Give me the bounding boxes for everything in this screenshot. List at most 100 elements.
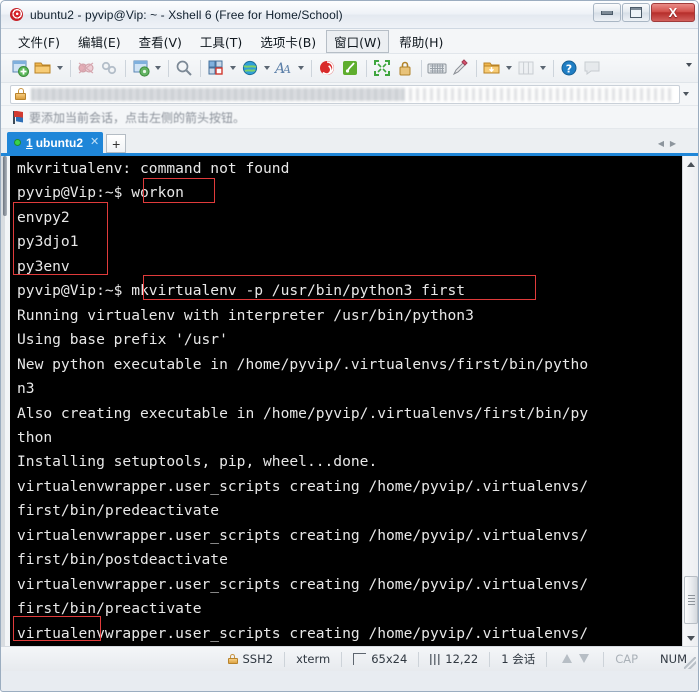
- address-input[interactable]: [10, 84, 680, 104]
- columns-icon[interactable]: [515, 57, 537, 79]
- status-sessions-label: 1 会话: [501, 652, 536, 666]
- status-protocol-label: SSH2: [242, 652, 274, 666]
- menu-view[interactable]: 查看(V): [131, 30, 190, 53]
- status-terminal-type-label: xterm: [296, 652, 331, 666]
- new-session-icon[interactable]: [9, 57, 31, 79]
- menu-tools[interactable]: 工具(T): [192, 30, 250, 53]
- status-size-label: 65x24: [371, 652, 408, 666]
- find-icon[interactable]: [173, 57, 195, 79]
- toolbar-separator: [553, 59, 554, 77]
- lock-icon: [15, 88, 26, 100]
- layout-icon[interactable]: [205, 57, 227, 79]
- address-value-obscured: [31, 87, 675, 101]
- status-cursor: 12,22: [419, 652, 489, 666]
- xshell-app-icon: [9, 7, 25, 23]
- close-button[interactable]: X: [651, 3, 695, 22]
- scrollbar-thumb[interactable]: [684, 576, 698, 624]
- status-bar: SSH2 xterm 65x24 12,22 1 会话 CAP NUM: [1, 646, 698, 671]
- menu-file[interactable]: 文件(F): [10, 30, 68, 53]
- terminal-output: mkvritualenv: command not found pyvip@Vi…: [17, 160, 589, 642]
- close-icon[interactable]: ✕: [90, 137, 99, 148]
- tab-ubuntu2[interactable]: 1 ubuntu2 ✕: [7, 132, 104, 153]
- status-cursor-label: 12,22: [445, 652, 479, 666]
- globe-dropdown-icon[interactable]: [262, 57, 271, 79]
- maximize-button[interactable]: [622, 3, 650, 22]
- session-properties-icon[interactable]: [130, 57, 152, 79]
- address-dropdown-icon[interactable]: [680, 92, 692, 96]
- terminal-size-icon: [353, 653, 367, 665]
- toolbar-separator: [421, 59, 422, 77]
- triangle-left-icon[interactable]: ◀: [655, 136, 667, 150]
- triangle-right-icon[interactable]: ▶: [667, 136, 679, 150]
- terminal-screen[interactable]: mkvritualenv: command not found pyvip@Vi…: [10, 156, 682, 646]
- address-bar: [1, 83, 698, 106]
- menu-tabs[interactable]: 选项卡(B): [252, 30, 324, 53]
- xlpd-icon[interactable]: [339, 57, 361, 79]
- xftp-icon[interactable]: [316, 57, 338, 79]
- fullscreen-icon[interactable]: [371, 57, 393, 79]
- help-icon[interactable]: ?: [558, 57, 580, 79]
- tab-label: ubuntu2: [35, 135, 84, 150]
- resize-grip[interactable]: [684, 657, 696, 669]
- hint-text: 要添加当前会话，点击左侧的箭头按钮。: [29, 110, 246, 125]
- status-caps-label: CAP: [615, 652, 639, 666]
- menu-help[interactable]: 帮助(H): [391, 30, 451, 53]
- font-icon[interactable]: A A: [273, 57, 295, 79]
- columns-dropdown-icon[interactable]: [538, 57, 547, 79]
- menu-window[interactable]: 窗口(W): [326, 29, 390, 53]
- toolbar-overflow-icon[interactable]: [686, 63, 692, 67]
- svg-text:?: ?: [566, 63, 572, 76]
- menu-edit[interactable]: 编辑(E): [70, 30, 129, 53]
- disconnect-icon[interactable]: [75, 57, 97, 79]
- status-protocol: SSH2: [217, 652, 285, 666]
- hint-bar: 要添加当前会话，点击左侧的箭头按钮。: [1, 106, 698, 129]
- font-dropdown-icon[interactable]: [296, 57, 305, 79]
- minimize-button[interactable]: [593, 3, 621, 22]
- terminal-scrollbar[interactable]: [682, 156, 698, 646]
- comment-icon[interactable]: [581, 57, 603, 79]
- terminal-left-gutter: [1, 156, 10, 646]
- status-terminal-type: xterm: [285, 652, 341, 666]
- status-transfer-indicators: [547, 653, 603, 665]
- cursor-position-icon: [430, 653, 441, 665]
- toolbar-separator: [125, 59, 126, 77]
- window-title: ubuntu2 - pyvip@Vip: ~ - Xshell 6 (Free …: [30, 7, 343, 22]
- toolbar-separator: [476, 59, 477, 77]
- new-tab-button[interactable]: +: [106, 134, 127, 153]
- open-folder-dropdown-icon[interactable]: [55, 57, 64, 79]
- terminal-area: mkvritualenv: command not found pyvip@Vi…: [1, 156, 698, 646]
- transfer-dropdown-icon[interactable]: [504, 57, 513, 79]
- lock-icon[interactable]: [394, 57, 416, 79]
- toolbar-separator: [366, 59, 367, 77]
- toolbar-separator: [70, 59, 71, 77]
- status-num-label: NUM: [660, 652, 687, 666]
- reconnect-icon[interactable]: [98, 57, 120, 79]
- menu-bar: 文件(F) 编辑(E) 查看(V) 工具(T) 选项卡(B) 窗口(W) 帮助(…: [1, 29, 698, 54]
- toolbar-separator: [311, 59, 312, 77]
- highlight-icon[interactable]: [449, 57, 471, 79]
- transfer-icon[interactable]: [481, 57, 503, 79]
- triangle-down-icon[interactable]: [683, 630, 698, 646]
- status-size: 65x24: [342, 652, 418, 666]
- toolbar-separator: [200, 59, 201, 77]
- open-folder-icon[interactable]: [32, 57, 54, 79]
- keyboard-icon[interactable]: [426, 57, 448, 79]
- flag-icon: [11, 110, 24, 124]
- toolbar-separator: [168, 59, 169, 77]
- xshell-window: ubuntu2 - pyvip@Vip: ~ - Xshell 6 (Free …: [0, 0, 699, 692]
- tab-navigation: ◀ ▶: [655, 136, 692, 150]
- status-caps-lock: CAP: [604, 652, 649, 666]
- window-controls: X: [592, 3, 695, 22]
- arrow-up-icon: [561, 653, 573, 665]
- layout-dropdown-icon[interactable]: [228, 57, 237, 79]
- triangle-up-icon[interactable]: [683, 156, 698, 172]
- session-properties-dropdown-icon[interactable]: [153, 57, 162, 79]
- status-sessions: 1 会话: [490, 651, 546, 667]
- close-icon: X: [668, 5, 678, 20]
- minimize-icon: [601, 10, 613, 15]
- connected-dot-icon: [14, 139, 21, 146]
- toolbar: A A ?: [1, 54, 698, 83]
- arrow-down-icon: [578, 653, 590, 665]
- maximize-icon: [630, 7, 642, 18]
- globe-icon[interactable]: [239, 57, 261, 79]
